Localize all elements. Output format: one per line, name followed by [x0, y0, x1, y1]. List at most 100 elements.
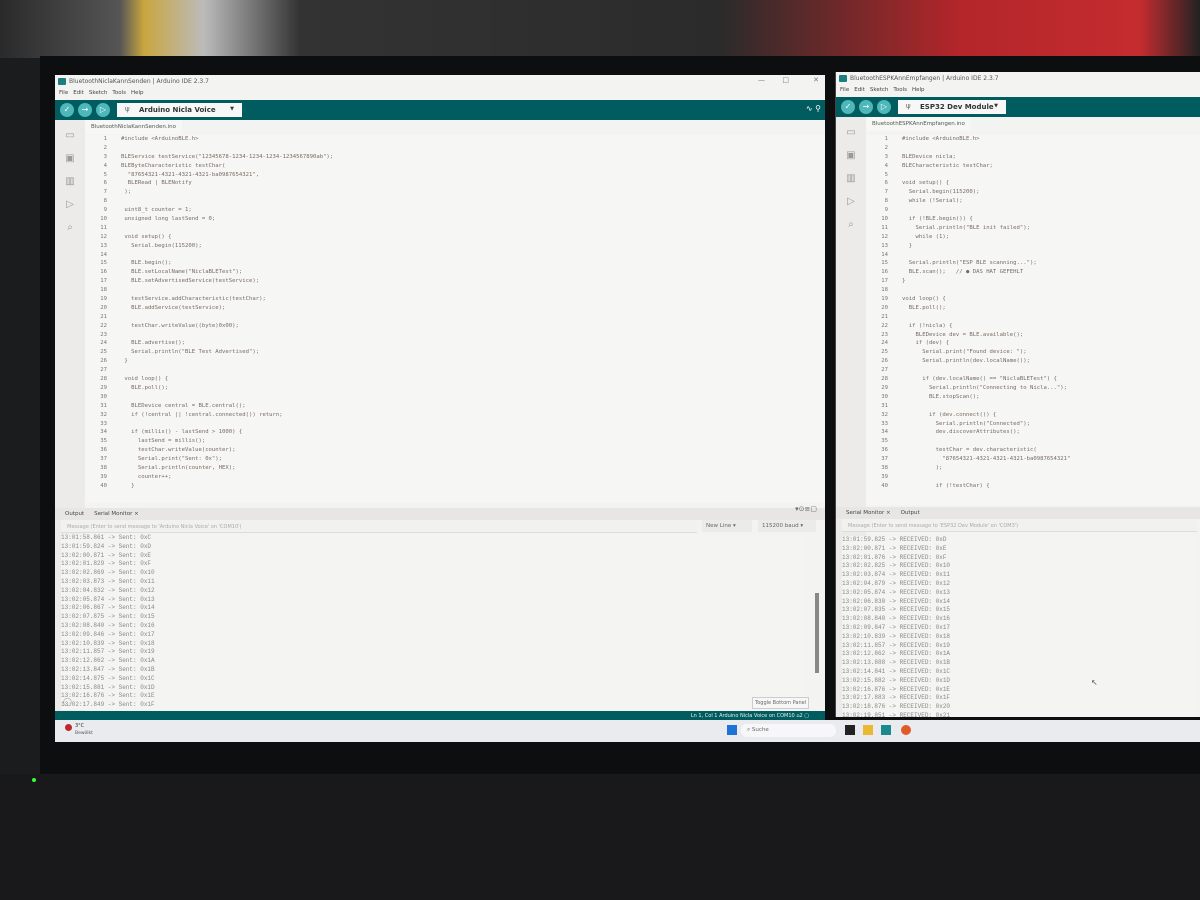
code-line: 21 — [85, 313, 825, 322]
code-editor[interactable]: 1 #include <ArduinoBLE.h> 2 3 BLEDevice nicl… — [866, 135, 1200, 505]
panel-tab[interactable]: Output — [65, 511, 84, 517]
panel-controls[interactable]: ▾⊙≡▢ — [795, 505, 817, 513]
serial-line: 13:02:04.832 -> Sent: 0x12 — [61, 586, 155, 594]
scrollbar[interactable] — [815, 593, 819, 673]
line-number: 19 — [881, 296, 888, 303]
folder-icon[interactable]: ▭ — [62, 130, 78, 142]
title-bar: BluetoothNiclaKannSenden | Arduino IDE 2… — [55, 75, 825, 88]
code-line: 28 void loop() { — [85, 375, 825, 384]
line-number: 35 — [100, 438, 107, 445]
line-number: 17 — [100, 278, 107, 285]
serial-line: 13:02:14.875 -> Sent: 0x1C — [61, 674, 155, 682]
code-text: Serial.print("Found device: "); — [902, 349, 1027, 356]
background-shelf — [0, 0, 1200, 58]
upload-button[interactable]: → — [859, 100, 873, 114]
menu-item[interactable]: Edit — [73, 90, 84, 96]
board-selector[interactable]: ψ Arduino Nicla Voice ▼ — [117, 103, 242, 117]
code-line: 31 BLEDevice central = BLE.central(); — [85, 402, 825, 411]
code-text: Serial.begin(115200); — [902, 189, 980, 196]
title-bar: BluetoothESPKAnnEmpfangen | Arduino IDE … — [836, 72, 1200, 85]
menu-item[interactable]: Tools — [112, 90, 126, 96]
code-line: 8 while (!Serial); — [866, 197, 1200, 206]
code-line: 9 uint8_t counter = 1; — [85, 206, 825, 215]
debug-icon[interactable]: ▷ — [843, 196, 859, 208]
code-text: testChar.writeValue(counter); — [121, 447, 236, 454]
menu-item[interactable]: Sketch — [89, 90, 108, 96]
panel-tab[interactable]: Serial Monitor × — [846, 510, 891, 516]
boards-icon[interactable]: ▣ — [62, 153, 78, 165]
maximize-icon[interactable]: □ — [782, 76, 789, 84]
search-box[interactable]: ⌕ Suche — [741, 724, 836, 737]
file-tab[interactable]: BluetoothESPKAnnEmpfangen.ino — [866, 117, 971, 131]
serial-line: 13:02:11.857 -> Sent: 0x19 — [61, 648, 155, 656]
chevron-down-icon: ▼ — [994, 103, 998, 109]
menu-item[interactable]: Help — [912, 87, 925, 93]
menu-bar: File Edit Sketch Tools Help — [836, 85, 1200, 97]
file-tab[interactable]: BluetoothNiclaKannSenden.ino — [85, 120, 182, 134]
weather-text[interactable]: Bewölkt — [75, 731, 93, 736]
firefox-icon[interactable] — [901, 725, 911, 735]
windows-start-icon[interactable] — [727, 725, 737, 735]
weather-temp[interactable]: 3°C — [75, 723, 84, 729]
serial-line: 13:01:59.825 -> RECEIVED: 0xD — [842, 536, 947, 543]
debug-button[interactable]: ▷ — [877, 100, 891, 114]
board-name: Arduino Nicla Voice — [139, 106, 216, 114]
code-text: testChar = dev.characteristic( — [902, 447, 1037, 454]
code-line: 27 — [866, 366, 1200, 375]
arduino-taskbar-icon[interactable] — [881, 725, 891, 735]
menu-item[interactable]: Edit — [854, 87, 865, 93]
menu-item[interactable]: Tools — [893, 87, 907, 93]
serial-monitor-icon[interactable]: ⚲ — [815, 104, 821, 113]
code-text: BLERead | BLENotify — [121, 180, 192, 187]
panel-tab[interactable]: Serial Monitor × — [94, 511, 139, 517]
line-number: 38 — [881, 464, 888, 471]
menu-item[interactable]: Sketch — [870, 87, 889, 93]
code-text: uint8_t counter = 1; — [121, 207, 192, 214]
code-line: 2 — [85, 144, 825, 153]
menu-item[interactable]: Help — [131, 90, 144, 96]
debug-icon[interactable]: ▷ — [62, 199, 78, 211]
baud-select[interactable]: 115200 baud ▾ — [758, 520, 816, 532]
message-input[interactable]: Message (Enter to send message to 'Ardui… — [61, 520, 697, 533]
folder-icon[interactable]: ▭ — [843, 127, 859, 139]
code-line: 17} — [866, 277, 1200, 286]
code-editor[interactable]: 1 #include <ArduinoBLE.h> 2 3 BLEService tes… — [85, 135, 825, 503]
verify-button[interactable]: ✓ — [60, 103, 74, 117]
search-icon[interactable]: ⌕ — [843, 219, 859, 231]
serial-plotter-icon[interactable]: ∿ — [806, 104, 813, 113]
upload-button[interactable]: → — [78, 103, 92, 117]
line-number: 2 — [884, 144, 888, 151]
code-line: 30 — [85, 393, 825, 402]
panel-tab[interactable]: Output — [901, 510, 920, 516]
line-number: 9 — [884, 207, 888, 214]
board-selector[interactable]: ψ ESP32 Dev Module ▼ — [898, 100, 1006, 114]
message-input[interactable]: Message (Enter to send message to 'ESP32… — [842, 519, 1197, 532]
file-explorer-icon[interactable] — [863, 725, 873, 735]
code-text: testService.addCharacteristic(testChar); — [121, 296, 266, 303]
account-icon[interactable]: ◯ — [63, 697, 72, 706]
code-line: 12 while (1); — [866, 233, 1200, 242]
library-icon[interactable]: ▥ — [62, 176, 78, 188]
code-text: Serial.println("Connected"); — [902, 420, 1030, 427]
line-number: 16 — [881, 269, 888, 276]
menu-bar: File Edit Sketch Tools Help — [55, 88, 825, 100]
serial-line: 13:02:07.875 -> Sent: 0x15 — [61, 613, 155, 621]
verify-button[interactable]: ✓ — [841, 100, 855, 114]
menu-item[interactable]: File — [840, 87, 849, 93]
line-number: 40 — [881, 482, 888, 489]
minimize-icon[interactable]: — — [758, 76, 765, 84]
boards-icon[interactable]: ▣ — [843, 150, 859, 162]
code-text: BLE.setAdvertisedService(testService); — [121, 278, 260, 285]
serial-output[interactable]: 13:01:59.825 -> RECEIVED: 0xD 13:02:00.87… — [842, 536, 1197, 717]
serial-output[interactable]: 13:01:58.861 -> Sent: 0xC 13:01:59.824 ->… — [61, 534, 806, 710]
line-ending-select[interactable]: New Line ▾ — [702, 520, 752, 532]
code-line: 26 } — [85, 357, 825, 366]
search-icon[interactable]: ⌕ — [62, 222, 78, 234]
menu-item[interactable]: File — [59, 90, 68, 96]
close-icon[interactable]: ✕ — [813, 76, 819, 84]
serial-line: 13:02:00.871 -> Sent: 0xE — [61, 551, 152, 559]
terminal-icon[interactable] — [845, 725, 855, 735]
library-icon[interactable]: ▥ — [843, 173, 859, 185]
code-text: } — [121, 482, 135, 489]
debug-button[interactable]: ▷ — [96, 103, 110, 117]
